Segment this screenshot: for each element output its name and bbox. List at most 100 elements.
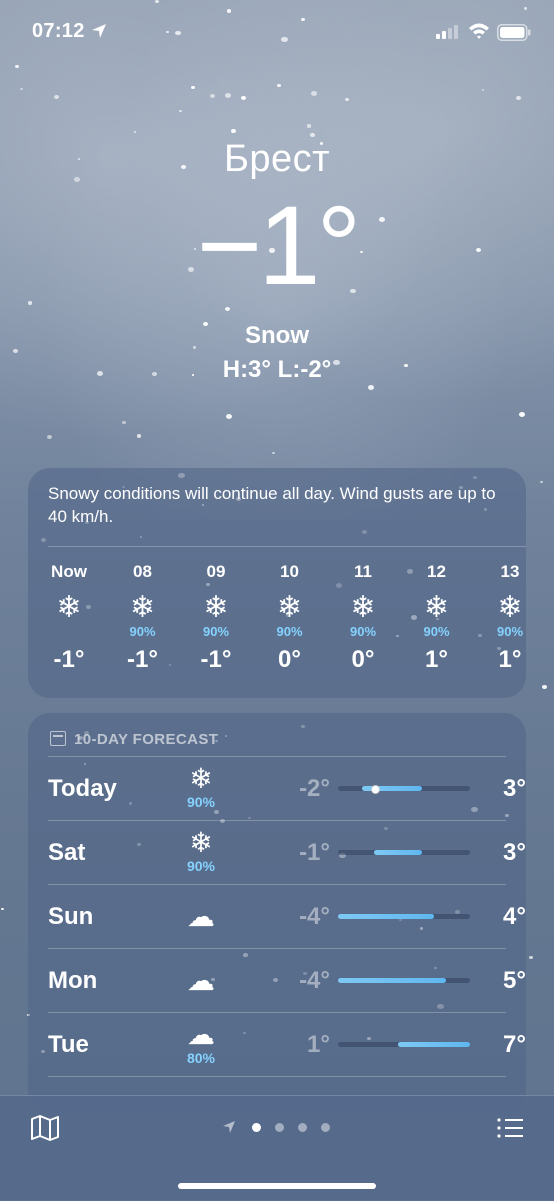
hour-label: 08 — [133, 562, 152, 581]
snowflake-particle — [272, 452, 275, 455]
temp-range-bar — [338, 914, 434, 919]
divider — [48, 884, 506, 885]
hour-label: 10 — [280, 562, 299, 581]
map-icon[interactable] — [30, 1114, 60, 1142]
day-high-temp: 5° — [503, 967, 526, 994]
hour-item: 09 ❄ 90% -1° — [186, 562, 246, 674]
hour-item: 12 ❄ 90% 1° — [407, 562, 467, 674]
wifi-icon — [469, 23, 489, 39]
hour-temp: 0° — [278, 646, 301, 673]
day-name: Today — [48, 775, 117, 802]
snowflake-particle — [529, 956, 534, 960]
hour-temp: -1° — [53, 646, 85, 673]
day-precip: 90% — [186, 794, 216, 810]
snowflake-particle — [54, 95, 60, 100]
location-arrow-icon — [223, 1121, 235, 1133]
snowflake-icon: ❄ — [189, 826, 213, 859]
day-high-temp: 3° — [503, 839, 526, 866]
hour-temp: 1° — [425, 646, 448, 673]
cloud-rain-icon: ☁ — [187, 1018, 215, 1051]
snowflake-particle — [542, 685, 547, 689]
forecast-day-row[interactable]: Today ❄ 90% -2° 3° — [48, 756, 526, 820]
snowflake-icon: ❄ — [203, 590, 229, 625]
ten-day-forecast-card[interactable]: 10-DAY FORECAST Today ❄ 90% -2° 3° Sat ❄ 90% -1°… — [28, 713, 526, 1113]
day-low-temp: -4° — [299, 967, 330, 994]
divider — [48, 948, 506, 949]
hourly-summary: Snowy conditions will continue all day. … — [48, 484, 496, 526]
divider — [48, 1076, 506, 1077]
snowflake-particle — [231, 129, 236, 133]
snowflake-icon: ❄ — [56, 590, 82, 625]
cloud-icon: ☁ — [187, 964, 215, 997]
snowflake-particle — [516, 96, 521, 100]
page-dot[interactable] — [275, 1123, 284, 1132]
snowflake-particle — [1, 908, 4, 911]
hour-temp: -1° — [127, 646, 158, 673]
snowflake-particle — [226, 414, 233, 420]
forecast-day-row[interactable]: Sat ❄ 90% -1° 3° — [48, 820, 526, 884]
snowflake-icon: ❄ — [129, 590, 156, 625]
hour-precip: 90% — [349, 624, 377, 639]
page-dot-active[interactable] — [252, 1123, 261, 1132]
day-precip: 90% — [186, 858, 216, 874]
hour-item: 11 ❄ 90% 0° — [333, 562, 393, 674]
day-name: Tue — [48, 1031, 89, 1058]
status-time: 07:12 — [32, 20, 85, 42]
hour-item: 08 ❄ 90% -1° — [113, 562, 173, 674]
home-indicator[interactable] — [178, 1183, 376, 1189]
hour-label: 09 — [206, 562, 226, 581]
hour-precip: 90% — [202, 624, 230, 639]
snowflake-particle — [137, 434, 142, 438]
snowflake-icon: ❄ — [189, 762, 213, 795]
forecast-day-row[interactable]: Mon ☁ -4° 5° — [48, 948, 526, 1012]
hour-temp: 1° — [498, 646, 522, 673]
snowflake-particle — [134, 131, 137, 133]
day-name: Sun — [48, 903, 94, 930]
current-condition: Snow — [245, 322, 309, 349]
snowflake-particle — [519, 412, 526, 418]
hour-label: Now — [51, 562, 87, 581]
day-precip: 80% — [186, 1050, 216, 1066]
snowflake-particle — [47, 435, 53, 440]
snowflake-particle — [307, 124, 312, 128]
hour-label: 12 — [427, 562, 446, 581]
snowflake-icon: ❄ — [497, 590, 523, 625]
temp-range-bar — [338, 978, 446, 983]
snowflake-particle — [277, 84, 282, 88]
day-low-temp: -4° — [299, 903, 330, 930]
hour-precip: 90% — [496, 624, 524, 639]
snowflake-particle — [310, 133, 315, 137]
hour-item: Now ❄ -1° — [39, 562, 99, 674]
snowflake-particle — [368, 385, 375, 391]
snowflake-particle — [122, 421, 127, 425]
snowflake-particle — [540, 481, 543, 484]
day-high-temp: 3° — [503, 775, 526, 802]
status-bar: 07:12 — [0, 0, 554, 64]
divider — [48, 820, 506, 821]
hourly-strip[interactable]: Now ❄ -1° 08 ❄ 90% -1° 09 ❄ 90% -1° 10 ❄ 90% 0° 11 ❄ 90% 0… — [28, 562, 526, 682]
page-dot[interactable] — [298, 1123, 307, 1132]
hour-temp: -1° — [200, 646, 232, 673]
hourly-forecast-card[interactable]: Snowy conditions will continue all day. … — [28, 468, 526, 698]
day-high-temp: 7° — [503, 1031, 526, 1058]
calendar-icon — [50, 731, 66, 746]
temp-range-bar — [374, 850, 422, 855]
divider — [48, 546, 526, 547]
forecast-day-row[interactable]: Sun ☁ -4° 4° — [48, 884, 526, 948]
hour-label: 13 — [500, 562, 520, 581]
snowflake-particle — [241, 96, 246, 100]
forecast-header-label: 10-DAY FORECAST — [74, 731, 219, 748]
hour-precip: 90% — [423, 624, 450, 639]
high-low: H:3° L:-2° — [222, 356, 332, 383]
temp-range-track — [338, 850, 470, 855]
list-icon[interactable] — [496, 1116, 524, 1140]
divider — [48, 1012, 506, 1013]
page-dot[interactable] — [321, 1123, 330, 1132]
forecast-day-row[interactable]: Tue ☁ 80% 1° 7° — [48, 1012, 526, 1076]
hour-precip — [39, 624, 99, 640]
temp-range-track — [338, 785, 470, 794]
hour-item: 10 ❄ 90% 0° — [260, 562, 320, 674]
divider — [48, 756, 506, 757]
day-name: Sat — [48, 839, 86, 866]
temp-range-track — [338, 978, 470, 983]
